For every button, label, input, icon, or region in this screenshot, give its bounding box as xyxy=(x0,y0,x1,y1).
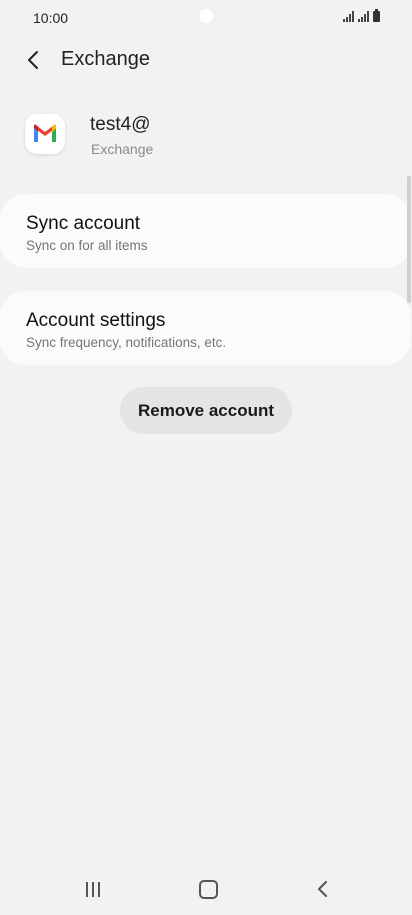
signal-icon-2 xyxy=(358,11,369,22)
account-email: test4@ xyxy=(90,114,151,135)
app-bar: Exchange xyxy=(0,40,412,80)
status-bar: 10:00 xyxy=(0,0,412,36)
navigation-bar xyxy=(0,864,412,914)
back-arrow-icon[interactable] xyxy=(22,48,46,72)
status-time: 10:00 xyxy=(33,10,69,26)
recent-apps-icon[interactable] xyxy=(69,864,117,914)
home-icon[interactable] xyxy=(184,864,232,914)
sync-account-item[interactable]: Sync account Sync on for all items xyxy=(0,194,411,268)
front-camera xyxy=(199,9,213,23)
status-icons xyxy=(343,9,380,22)
account-settings-title: Account settings xyxy=(26,310,166,331)
signal-icon xyxy=(343,11,354,22)
account-settings-subtitle: Sync frequency, notifications, etc. xyxy=(26,335,227,350)
account-settings-item[interactable]: Account settings Sync frequency, notific… xyxy=(0,291,411,365)
gmail-icon xyxy=(25,114,65,154)
back-icon[interactable] xyxy=(299,864,347,914)
battery-icon xyxy=(373,9,380,22)
account-type: Exchange xyxy=(91,141,154,157)
sync-account-title: Sync account xyxy=(26,213,141,234)
page-title: Exchange xyxy=(61,48,150,70)
account-header: test4@ Exchange xyxy=(0,110,412,166)
remove-account-button[interactable]: Remove account xyxy=(120,387,292,434)
scrollbar[interactable] xyxy=(407,176,411,303)
sync-account-subtitle: Sync on for all items xyxy=(26,238,148,253)
